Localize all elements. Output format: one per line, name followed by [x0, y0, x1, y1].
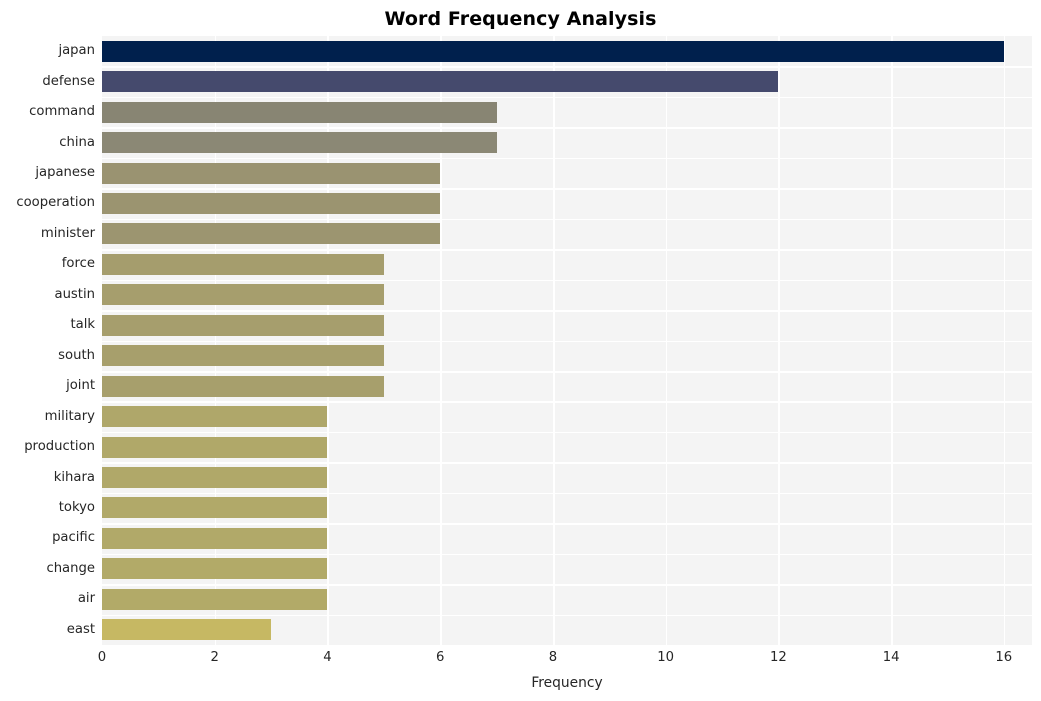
- y-tick-label: production: [24, 439, 95, 455]
- bar: [102, 314, 384, 336]
- y-tick-label: air: [77, 591, 95, 607]
- gridline-horizontal: [102, 492, 1032, 495]
- y-tick-label: military: [44, 408, 95, 424]
- bar: [102, 375, 384, 397]
- bar: [102, 284, 384, 306]
- y-tick-label: force: [61, 256, 95, 272]
- y-tick-label: tokyo: [58, 499, 95, 515]
- gridline-horizontal: [102, 523, 1032, 525]
- y-tick-label: east: [66, 621, 95, 637]
- y-tick-label: change: [46, 560, 95, 576]
- gridline-horizontal: [102, 401, 1032, 403]
- x-tick-label: 10: [657, 650, 675, 665]
- x-tick-label: 8: [548, 650, 558, 665]
- y-tick-label: south: [58, 347, 95, 363]
- gridline-horizontal: [102, 462, 1032, 464]
- gridline-horizontal: [102, 66, 1032, 69]
- bar: [102, 253, 384, 275]
- x-tick-label: 12: [769, 650, 787, 665]
- gridline-horizontal: [102, 96, 1032, 99]
- y-tick-label: japanese: [35, 165, 95, 181]
- gridline-horizontal: [102, 340, 1032, 343]
- y-tick-label: china: [59, 134, 95, 150]
- bar: [102, 588, 328, 610]
- gridline-horizontal: [102, 249, 1032, 251]
- gridline-horizontal: [102, 127, 1032, 129]
- gridline-horizontal: [102, 157, 1032, 160]
- y-axis-tick-labels: japan defense command china japanese cooperat…: [0, 36, 95, 645]
- y-tick-label: pacific: [52, 530, 95, 546]
- bar: [102, 436, 328, 458]
- y-tick-label: defense: [42, 73, 95, 89]
- bar: [102, 406, 328, 428]
- x-axis-title: Frequency: [531, 675, 603, 691]
- gridline-horizontal: [102, 218, 1032, 221]
- bar: [102, 71, 779, 93]
- bar: [102, 558, 328, 580]
- x-tick-label: 14: [882, 650, 900, 665]
- gridline-horizontal: [102, 584, 1032, 586]
- y-tick-label: austin: [54, 286, 95, 302]
- bar: [102, 527, 328, 549]
- bar: [102, 345, 384, 367]
- bar: [102, 497, 328, 519]
- gridline-horizontal: [102, 431, 1032, 434]
- y-tick-label: japan: [58, 43, 95, 59]
- plot-area: [102, 36, 1032, 645]
- x-tick-label: 16: [995, 650, 1013, 665]
- bar: [102, 40, 1004, 62]
- bar: [102, 162, 441, 184]
- gridline-horizontal: [102, 370, 1032, 373]
- x-axis-tick-labels: 0 2 4 6 8 10 12 14 16: [0, 650, 1041, 670]
- gridline-horizontal: [102, 553, 1032, 556]
- x-tick-label: 6: [435, 650, 445, 665]
- gridline-horizontal: [102, 188, 1032, 190]
- bar: [102, 619, 272, 641]
- gridline-horizontal: [102, 310, 1032, 312]
- bar: [102, 192, 441, 214]
- y-tick-label: cooperation: [16, 195, 95, 211]
- y-tick-label: joint: [66, 378, 95, 394]
- bar: [102, 132, 497, 154]
- x-tick-label: 4: [323, 650, 332, 665]
- y-tick-label: kihara: [53, 469, 95, 485]
- y-tick-label: command: [29, 104, 95, 120]
- y-tick-label: minister: [40, 225, 95, 241]
- bar: [102, 467, 328, 489]
- gridline-horizontal: [102, 614, 1032, 617]
- bar: [102, 101, 497, 123]
- x-tick-label: 0: [97, 650, 107, 665]
- x-tick-label: 2: [210, 650, 219, 665]
- y-tick-label: talk: [70, 317, 95, 333]
- page-title: Word Frequency Analysis: [384, 8, 657, 30]
- bar: [102, 223, 441, 245]
- word-frequency-chart-figure: Word Frequency Analysis japan defense comm…: [0, 0, 1041, 701]
- gridline-horizontal: [102, 279, 1032, 282]
